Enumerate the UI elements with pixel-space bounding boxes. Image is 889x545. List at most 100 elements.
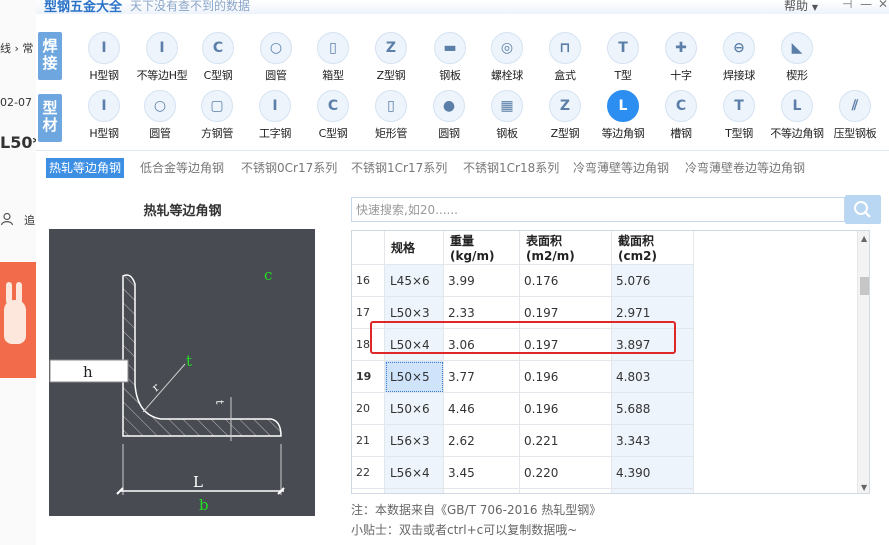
cell-section[interactable]: 5.415 xyxy=(611,488,694,493)
profile-tool-13[interactable]: ⫽ 压型钢板 xyxy=(826,90,884,141)
cell-spec[interactable]: L56×4 xyxy=(384,456,444,489)
table-row[interactable]: 21 L56×3 2.62 0.221 3.343 xyxy=(352,424,694,457)
cell-surface[interactable]: 0.220 xyxy=(519,456,612,489)
cell-section[interactable]: 3.343 xyxy=(611,424,694,457)
cell-spec[interactable]: L56×5 xyxy=(384,488,444,493)
row-number: 23 xyxy=(352,488,385,493)
profile-shape-icon: L xyxy=(607,90,639,122)
cell-weight[interactable]: 3.77 xyxy=(443,360,520,393)
profile-tool-2[interactable]: ▢ 方钢管 xyxy=(188,90,246,141)
weld-tool-6[interactable]: ▬ 钢板 xyxy=(421,32,479,83)
column-header-spec[interactable]: 规格 xyxy=(384,231,444,265)
weld-tool-9[interactable]: T T型 xyxy=(594,32,652,83)
weld-tool-10[interactable]: ✚ 十字 xyxy=(652,32,710,83)
profile-shape-icon: I xyxy=(88,90,120,122)
profile-tool-12[interactable]: L 不等边角钢 xyxy=(768,90,826,141)
tab-6[interactable]: 冷弯薄壁卷边等边角钢 xyxy=(682,158,808,178)
scroll-down-icon[interactable]: ▼ xyxy=(861,483,867,492)
minimize-button[interactable]: — xyxy=(860,0,872,11)
weld-tool-4[interactable]: ▯ 箱型 xyxy=(304,32,362,83)
weld-tool-1[interactable]: I 不等边H型 xyxy=(133,32,191,83)
profile-shape-icon: T xyxy=(607,32,639,64)
profile-shape-icon: ● xyxy=(433,90,465,122)
column-header-weight[interactable]: 重量(kg/m) xyxy=(443,231,520,265)
pin-button[interactable]: ⊣ xyxy=(842,0,852,11)
cell-spec[interactable]: L56×3 xyxy=(384,424,444,457)
tool-label: 压型钢板 xyxy=(833,127,877,140)
weld-tool-5[interactable]: Z Z型钢 xyxy=(362,32,420,83)
weld-tool-8[interactable]: ⊓ 盒式 xyxy=(536,32,594,83)
cell-spec[interactable]: L50×6 xyxy=(384,392,444,425)
tab-0[interactable]: 热轧等边角钢 xyxy=(46,158,125,178)
tool-label: 螺栓球 xyxy=(490,69,524,82)
profile-shape-icon: Z xyxy=(375,32,407,64)
tool-label: 圆钢 xyxy=(438,127,460,140)
weld-tool-3[interactable]: ○ 圆管 xyxy=(247,32,305,83)
profile-tool-10[interactable]: C 槽钢 xyxy=(652,90,710,141)
profile-tool-1[interactable]: ○ 圆管 xyxy=(131,90,189,141)
cell-weight[interactable]: 3.45 xyxy=(443,456,520,489)
cell-weight[interactable]: 3.99 xyxy=(443,264,520,297)
weld-tool-7[interactable]: ◎ 螺栓球 xyxy=(478,32,536,83)
tool-label: 圆管 xyxy=(265,69,287,82)
profile-tool-0[interactable]: I H型钢 xyxy=(75,90,133,141)
cell-spec[interactable]: L50×5 xyxy=(384,360,444,393)
cell-surface[interactable]: 0.221 xyxy=(519,424,612,457)
column-header-section[interactable]: 截面积(cm2) xyxy=(611,231,694,265)
cell-surface[interactable]: 0.196 xyxy=(519,392,612,425)
background-user-icon xyxy=(0,212,14,229)
weld-tool-11[interactable]: ⊖ 焊接球 xyxy=(710,32,768,83)
column-header-surface[interactable]: 表面积(m2/m) xyxy=(519,231,612,265)
table-row[interactable]: 22 L56×4 3.45 0.220 4.390 xyxy=(352,456,694,489)
cell-surface[interactable]: 0.196 xyxy=(519,360,612,393)
weld-tool-2[interactable]: C C型钢 xyxy=(189,32,247,83)
scroll-up-icon[interactable]: ▲ xyxy=(861,234,867,243)
cell-surface[interactable]: 0.176 xyxy=(519,264,612,297)
table-row[interactable]: 19 L50×5 3.77 0.196 4.803 xyxy=(352,360,694,393)
cell-section[interactable]: 4.803 xyxy=(611,360,694,393)
profile-tool-6[interactable]: ● 圆钢 xyxy=(420,90,478,141)
cell-weight[interactable]: 4.25 xyxy=(443,488,520,493)
search-icon xyxy=(854,201,871,218)
table-row[interactable]: 23L56×54.250.2205.415 xyxy=(352,488,694,493)
cell-weight[interactable]: 4.46 xyxy=(443,392,520,425)
profile-tool-4[interactable]: C C型钢 xyxy=(304,90,362,141)
profile-shape-icon: I xyxy=(88,32,120,64)
cell-weight[interactable]: 2.62 xyxy=(443,424,520,457)
weld-tool-12[interactable]: ◣ 楔形 xyxy=(768,32,826,83)
tool-label: 钢板 xyxy=(496,127,518,140)
close-button[interactable]: ✕ xyxy=(878,0,888,11)
tab-2[interactable]: 不锈钢0Cr17系列 xyxy=(238,158,340,178)
t-label: t xyxy=(186,352,192,370)
tool-label: Z型钢 xyxy=(376,69,406,82)
table-scrollbar[interactable]: ▲ ▼ xyxy=(857,231,869,493)
weld-tool-0[interactable]: I H型钢 xyxy=(75,32,133,83)
background-heading: L50* xyxy=(0,133,37,152)
profile-shape-icon: ▢ xyxy=(201,90,233,122)
search-input[interactable] xyxy=(351,197,845,222)
cell-section[interactable]: 4.390 xyxy=(611,456,694,489)
scrollbar-thumb[interactable] xyxy=(860,277,869,295)
background-page: 线 › 常 02-07 L50* 追 xyxy=(0,0,37,545)
tab-3[interactable]: 不锈钢1Cr17系列 xyxy=(348,158,450,178)
tab-1[interactable]: 低合金等边角钢 xyxy=(137,158,227,178)
cell-section[interactable]: 5.076 xyxy=(611,264,694,297)
table-header-row: 规格 重量(kg/m) 表面积(m2/m) 截面积(cm2) xyxy=(352,231,694,265)
cell-section[interactable]: 5.688 xyxy=(611,392,694,425)
tool-label: 盒式 xyxy=(554,69,576,82)
profile-tool-3[interactable]: I 工字钢 xyxy=(246,90,304,141)
table-row[interactable]: 20 L50×6 4.46 0.196 5.688 xyxy=(352,392,694,425)
search-button[interactable] xyxy=(845,195,881,224)
tab-4[interactable]: 不锈钢1Cr18系列 xyxy=(460,158,562,178)
profile-tool-9[interactable]: L 等边角钢 xyxy=(594,90,652,141)
profile-tool-8[interactable]: Z Z型钢 xyxy=(536,90,594,141)
table-row[interactable]: 16 L45×6 3.99 0.176 5.076 xyxy=(352,264,694,297)
tab-5[interactable]: 冷弯薄壁等边角钢 xyxy=(570,158,672,178)
profile-tool-5[interactable]: ▯ 矩形管 xyxy=(362,90,420,141)
profile-tool-7[interactable]: ▦ 钢板 xyxy=(478,90,536,141)
cell-surface[interactable]: 0.220 xyxy=(519,488,612,493)
profile-tool-11[interactable]: T T型钢 xyxy=(710,90,768,141)
cell-spec[interactable]: L45×6 xyxy=(384,264,444,297)
help-menu[interactable]: 帮助 ▼ xyxy=(784,0,818,14)
data-table-container[interactable]: 规格 重量(kg/m) 表面积(m2/m) 截面积(cm2) 16 L45×6 3.… xyxy=(351,230,870,494)
